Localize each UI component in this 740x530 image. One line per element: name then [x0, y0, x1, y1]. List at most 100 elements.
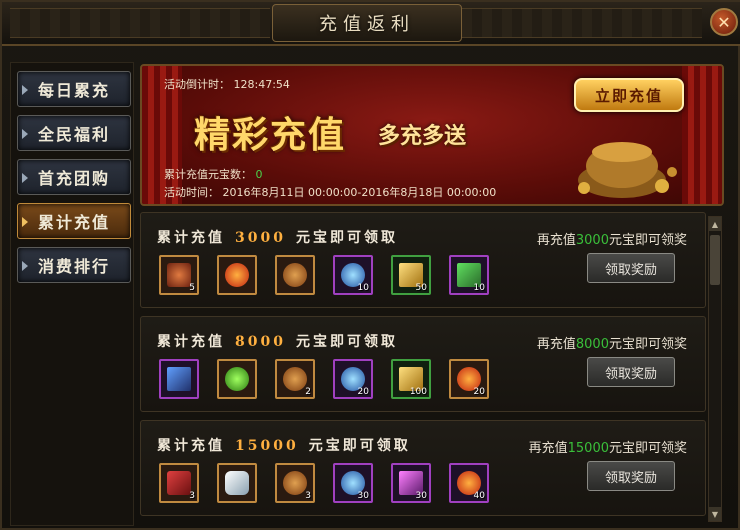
- banner-subtitle: 多充多送: [378, 124, 467, 149]
- event-period: 活动时间： 2016年8月11日 00:00:00-2016年8月18日 00:…: [164, 184, 496, 200]
- item-count: 100: [409, 387, 427, 397]
- claim-reward-button[interactable]: 领取奖励: [587, 357, 675, 387]
- scroll-icon[interactable]: 5: [159, 255, 199, 295]
- scroll-thumb[interactable]: [710, 235, 720, 285]
- item-count: 2: [305, 387, 311, 397]
- treasure-bag-icon[interactable]: 2: [275, 359, 315, 399]
- fire-orb-icon[interactable]: [217, 255, 257, 295]
- fire-orb-icon[interactable]: 20: [449, 359, 489, 399]
- claim-reward-button[interactable]: 领取奖励: [587, 253, 675, 283]
- arrow-icon: [22, 217, 28, 227]
- title-ornament-left: [10, 8, 270, 38]
- sidebar-item-label: 消费排行: [37, 257, 110, 276]
- item-count: 3: [189, 491, 195, 501]
- blue-book-icon[interactable]: [159, 359, 199, 399]
- accumulated-ingots: 累计充值元宝数： 0: [164, 166, 263, 182]
- title-bar: 充值返利 ✕: [2, 2, 740, 46]
- banner-title: 精彩充值: [194, 115, 347, 156]
- jade-talisman-icon[interactable]: 10: [449, 255, 489, 295]
- period-label: 活动时间：: [164, 186, 219, 199]
- reward-items: 2 20 100 20: [159, 359, 489, 399]
- item-count: 5: [189, 283, 195, 293]
- item-count: 20: [357, 387, 369, 397]
- recharge-now-button[interactable]: 立即充值: [574, 78, 684, 112]
- countdown: 活动倒计时： 128:47:54: [164, 76, 290, 92]
- event-banner: 活动倒计时： 128:47:54 精彩充值 多充多送 累计充值元宝数： 0 活动…: [140, 64, 724, 206]
- hint-suffix: 元宝即可领奖: [608, 337, 687, 352]
- sidebar-item-label: 全民福利: [37, 125, 110, 144]
- fire-orb-icon[interactable]: 40: [449, 463, 489, 503]
- green-orb-icon[interactable]: [217, 359, 257, 399]
- item-count: 10: [473, 283, 485, 293]
- accumulated-label: 累计充值元宝数：: [164, 168, 252, 181]
- reward-list: 累计充值 3000 元宝即可领取 再充值3000元宝即可领奖 5 10 50 10 …: [140, 212, 706, 528]
- curtain-right: [682, 66, 722, 204]
- reward-tier-8000: 累计充值 8000 元宝即可领取 再充值8000元宝即可领奖 2 20 100 20…: [140, 316, 706, 412]
- claim-reward-button[interactable]: 领取奖励: [587, 461, 675, 491]
- period-value: 2016年8月11日 00:00:00-2016年8月18日 00:00:00: [222, 186, 497, 199]
- crystal-ball-icon[interactable]: 20: [333, 359, 373, 399]
- reward-title-suffix: 元宝即可领取: [295, 334, 398, 350]
- hint-amount: 8000: [575, 337, 609, 352]
- sidebar-item-daily-recharge[interactable]: 每日累充: [17, 71, 131, 107]
- hint-prefix: 再充值: [536, 233, 576, 248]
- reward-tier-15000: 累计充值 15000 元宝即可领取 再充值15000元宝即可领奖 3 3 30 30…: [140, 420, 706, 516]
- reward-title-prefix: 累计充值: [157, 334, 225, 350]
- hint-amount: 15000: [567, 441, 609, 456]
- magic-staff-icon[interactable]: 30: [391, 463, 431, 503]
- arrow-icon: [22, 173, 28, 183]
- window-title: 充值返利: [319, 14, 415, 35]
- hint-suffix: 元宝即可领奖: [608, 233, 687, 248]
- scroll-up-button[interactable]: ▲: [709, 217, 721, 231]
- reward-amount: 8000: [235, 334, 286, 350]
- item-count: 30: [357, 491, 369, 501]
- reward-amount: 3000: [235, 230, 286, 246]
- scroll-down-button[interactable]: ▼: [709, 507, 721, 521]
- sidebar: 每日累充 全民福利 首充团购 累计充值 消费排行: [10, 62, 134, 526]
- reward-hint: 再充值8000元宝即可领奖: [537, 333, 687, 352]
- reward-title-prefix: 累计充值: [157, 230, 225, 246]
- hint-prefix: 再充值: [536, 337, 576, 352]
- chevron-up-icon: ▲: [711, 219, 719, 229]
- item-count: 3: [305, 491, 311, 501]
- recharge-rebate-window: 充值返利 ✕ 每日累充 全民福利 首充团购 累计充值 消费排行 活动倒计时： 1…: [0, 0, 740, 530]
- hint-suffix: 元宝即可领奖: [608, 441, 687, 456]
- white-crystal-icon[interactable]: [217, 463, 257, 503]
- hint-amount: 3000: [575, 233, 609, 248]
- hint-prefix: 再充值: [528, 441, 568, 456]
- reward-amount: 15000: [235, 438, 299, 454]
- sidebar-item-cumulative-recharge[interactable]: 累计充值: [17, 203, 131, 239]
- treasure-pot-icon: [578, 142, 677, 198]
- window-title-plate: 充值返利: [272, 4, 462, 42]
- reward-title: 累计充值 8000 元宝即可领取: [157, 331, 398, 351]
- title-ornament-right: [442, 8, 702, 38]
- item-count: 40: [473, 491, 485, 501]
- crystal-ball-icon[interactable]: 30: [333, 463, 373, 503]
- reward-list-scrollbar[interactable]: ▲ ▼: [708, 216, 722, 522]
- arrow-icon: [22, 261, 28, 271]
- item-count: 20: [473, 387, 485, 397]
- countdown-label: 活动倒计时：: [164, 78, 230, 91]
- sidebar-item-universal-benefits[interactable]: 全民福利: [17, 115, 131, 151]
- item-count: 10: [357, 283, 369, 293]
- close-icon: ✕: [717, 12, 731, 32]
- treasure-bag-icon[interactable]: 3: [275, 463, 315, 503]
- sidebar-item-first-recharge-group[interactable]: 首充团购: [17, 159, 131, 195]
- close-button[interactable]: ✕: [710, 8, 738, 36]
- crystal-ball-icon[interactable]: 10: [333, 255, 373, 295]
- gold-book-icon[interactable]: 100: [391, 359, 431, 399]
- treasure-bag-icon[interactable]: [275, 255, 315, 295]
- reward-title: 累计充值 3000 元宝即可领取: [157, 227, 398, 247]
- reward-title-prefix: 累计充值: [157, 438, 225, 454]
- red-talisman-icon[interactable]: 3: [159, 463, 199, 503]
- reward-hint: 再充值3000元宝即可领奖: [537, 229, 687, 248]
- reward-title-suffix: 元宝即可领取: [295, 230, 398, 246]
- reward-items: 5 10 50 10: [159, 255, 489, 295]
- sidebar-item-label: 每日累充: [37, 81, 110, 100]
- gold-book-icon[interactable]: 50: [391, 255, 431, 295]
- countdown-value: 128:47:54: [233, 78, 290, 91]
- arrow-icon: [22, 129, 28, 139]
- chevron-down-icon: ▼: [711, 509, 719, 519]
- reward-title: 累计充值 15000 元宝即可领取: [157, 435, 411, 455]
- sidebar-item-spending-ranking[interactable]: 消费排行: [17, 247, 131, 283]
